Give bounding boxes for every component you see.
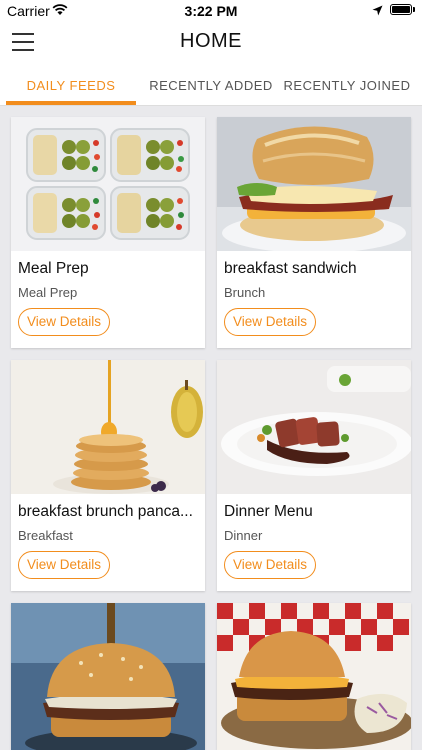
view-details-button[interactable]: View Details	[224, 551, 316, 579]
card-title: Meal Prep	[18, 260, 89, 277]
clock: 3:22 PM	[184, 3, 238, 19]
nav-bar: HOME	[0, 22, 422, 66]
card-category: Breakfast	[18, 528, 73, 543]
recipe-card-burger[interactable]	[11, 603, 205, 750]
recipe-card-dinner-menu[interactable]: Dinner Menu Dinner View Details	[217, 360, 411, 591]
recipe-card-breakfast-pancakes[interactable]: breakfast brunch panca... Breakfast View…	[11, 360, 205, 591]
battery-tip	[413, 7, 415, 12]
tab-recently-added[interactable]: RECENTLY ADDED	[146, 78, 276, 93]
page-title: HOME	[180, 30, 242, 52]
status-bar: Carrier 3:22 PM	[0, 0, 422, 22]
card-category: Brunch	[224, 285, 266, 300]
card-title: Dinner Menu	[224, 503, 313, 520]
tab-daily-feeds[interactable]: DAILY FEEDS	[6, 78, 136, 93]
card-category: Meal Prep	[18, 285, 78, 300]
burger-slaw-image	[217, 603, 411, 750]
tab-recently-joined[interactable]: RECENTLY JOINED	[282, 78, 412, 93]
recipe-card-meal-prep[interactable]: Meal Prep Meal Prep View Details	[11, 117, 205, 348]
card-title: breakfast sandwich	[224, 260, 357, 277]
view-details-button[interactable]: View Details	[224, 308, 316, 336]
location-arrow-icon	[372, 5, 383, 16]
view-details-button[interactable]: View Details	[18, 308, 110, 336]
active-tab-indicator	[6, 101, 136, 105]
dinner-menu-image	[217, 360, 411, 494]
recipe-card-burger-slaw[interactable]	[217, 603, 411, 750]
card-category: Dinner	[224, 528, 263, 543]
burger-image	[11, 603, 205, 750]
breakfast-sandwich-image	[217, 117, 411, 251]
battery-icon	[390, 4, 412, 15]
pancakes-image	[11, 360, 205, 494]
recipe-card-breakfast-sandwich[interactable]: breakfast sandwich Brunch View Details	[217, 117, 411, 348]
view-details-button[interactable]: View Details	[18, 551, 110, 579]
card-title: breakfast brunch panca...	[18, 503, 193, 520]
meal-prep-image	[11, 117, 205, 251]
tab-bar: DAILY FEEDS RECENTLY ADDED RECENTLY JOIN…	[0, 66, 422, 106]
